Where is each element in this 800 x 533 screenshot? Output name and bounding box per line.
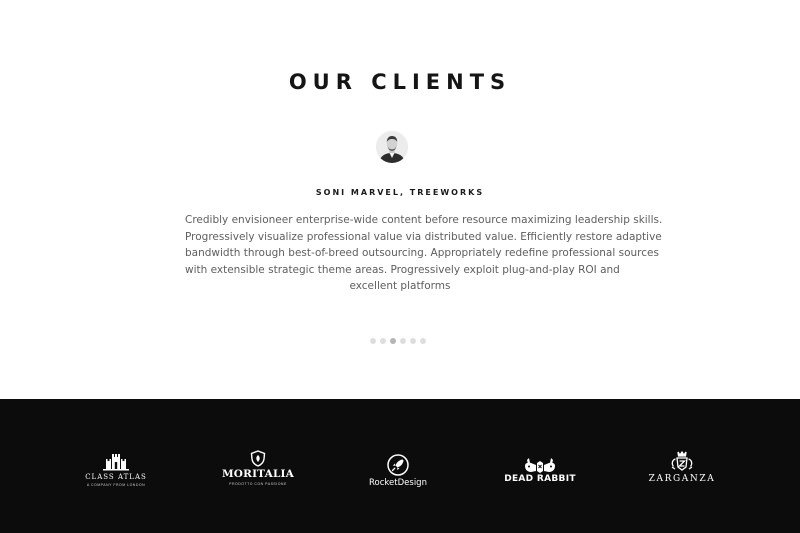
section-title: OUR CLIENTS xyxy=(288,70,512,94)
client-logo-zarganza: ZARGANZA xyxy=(644,450,720,484)
carousel-dot-6[interactable] xyxy=(420,338,426,344)
rocket-icon xyxy=(387,454,409,476)
castle-icon xyxy=(103,454,129,471)
carousel-dot-4[interactable] xyxy=(400,338,406,344)
rabbit-icon xyxy=(525,458,555,473)
client-logo-class-atlas: CLASS ATLAS A COMPANY FROM LONDON xyxy=(80,451,152,487)
client-logos-band: CLASS ATLAS A COMPANY FROM LONDON MORITA… xyxy=(0,399,800,533)
client-name: RocketDesign xyxy=(369,478,427,488)
carousel-dot-5[interactable] xyxy=(410,338,416,344)
client-tagline: PRODOTTO CON PASSIONE xyxy=(229,482,287,486)
quote-line: Progressively visualize professional val… xyxy=(185,230,662,243)
carousel-dot-3[interactable] xyxy=(390,338,396,344)
client-logo-dead-rabbit: DEAD RABBIT xyxy=(502,457,578,484)
client-name: CLASS ATLAS xyxy=(85,473,147,481)
client-name: DEAD RABBIT xyxy=(504,474,576,484)
client-logo-moritalia: MORITALIA PRODOTTO CON PASSIONE xyxy=(220,450,296,486)
client-tagline: A COMPANY FROM LONDON xyxy=(86,483,146,487)
avatar-portrait-icon xyxy=(376,131,408,163)
client-logo-rocketdesign: RocketDesign xyxy=(364,454,432,488)
client-avatar xyxy=(376,131,408,163)
quote-line: Credibly envisioneer enterprise-wide con… xyxy=(185,214,663,226)
carousel-dot-1[interactable] xyxy=(370,338,376,344)
client-name: MORITALIA xyxy=(221,468,295,480)
quote-line: bandwidth through best-of-breed outsourc… xyxy=(185,247,659,259)
client-name: ZARGANZA xyxy=(648,474,716,484)
testimonial-author: SONI MARVEL, TREEWORKS xyxy=(315,188,485,197)
carousel-pagination xyxy=(370,338,426,344)
carousel-dot-2[interactable] xyxy=(380,338,386,344)
shield-icon xyxy=(250,450,266,467)
testimonials-section: OUR CLIENTS SONI MARVEL, TREEWORKS Credi… xyxy=(0,0,800,399)
crest-icon xyxy=(671,450,693,471)
quote-line: excellent platforms xyxy=(349,280,451,292)
quote-line: with extensible strategic theme areas. P… xyxy=(185,263,620,276)
testimonial-quote: Credibly envisioneer enterprise-wide con… xyxy=(185,212,663,295)
